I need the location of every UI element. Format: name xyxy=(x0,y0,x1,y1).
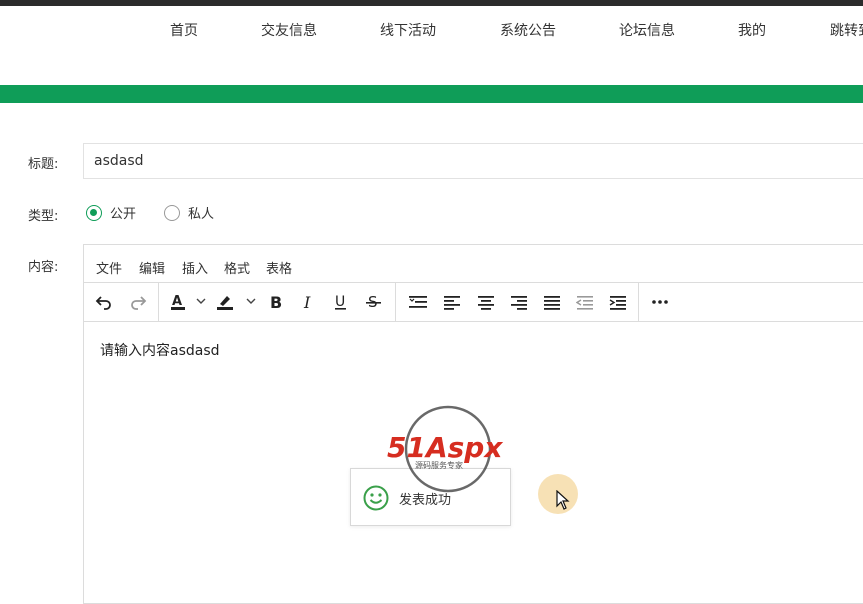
title-label: 标题: xyxy=(28,157,59,172)
radio-circle-checked[interactable] xyxy=(86,204,102,221)
italic-icon[interactable]: I xyxy=(296,289,320,315)
svg-text:U: U xyxy=(335,294,345,310)
align-center-icon[interactable] xyxy=(474,289,498,315)
radio-private[interactable]: 私人 xyxy=(164,203,214,222)
outdent-icon[interactable] xyxy=(573,289,597,315)
green-banner-bar xyxy=(0,85,863,103)
underline-icon[interactable]: U xyxy=(329,289,353,315)
nav-item-announcements[interactable]: 系统公告 xyxy=(500,20,556,40)
strikethrough-icon[interactable]: S xyxy=(362,289,386,315)
editor-menubar: 文件 编辑 插入 格式 表格 xyxy=(84,245,863,282)
redo-icon[interactable] xyxy=(126,289,150,315)
radio-public[interactable]: 公开 xyxy=(86,203,136,222)
svg-text:B: B xyxy=(270,293,282,311)
radio-circle[interactable] xyxy=(164,204,180,221)
menu-table[interactable]: 表格 xyxy=(266,258,292,277)
editor-content[interactable]: 请输入内容asdasd xyxy=(100,340,220,360)
watermark-brand: 51Aspx xyxy=(387,431,503,464)
menu-edit[interactable]: 编辑 xyxy=(139,258,165,277)
nav-item-mine[interactable]: 我的 xyxy=(738,20,766,40)
radio-private-label: 私人 xyxy=(188,207,215,222)
undo-icon[interactable] xyxy=(92,289,116,315)
menu-insert[interactable]: 插入 xyxy=(182,258,208,277)
toolbar-separator xyxy=(395,283,396,321)
nav-item-home[interactable]: 首页 xyxy=(170,20,198,40)
mouse-cursor-icon xyxy=(556,489,570,514)
nav-item-events[interactable]: 线下活动 xyxy=(380,20,436,40)
watermark-tagline: 源码服务专家 xyxy=(415,460,463,470)
toolbar-separator xyxy=(158,283,159,321)
nav-item-jump[interactable]: 跳转到 xyxy=(830,20,863,40)
more-icon[interactable] xyxy=(648,289,672,315)
svg-text:A: A xyxy=(172,294,182,309)
main-nav: 首页 交友信息 线下活动 系统公告 论坛信息 我的 跳转到 xyxy=(0,6,863,56)
radio-public-label: 公开 xyxy=(110,207,137,222)
line-height-icon[interactable] xyxy=(406,289,430,315)
svg-text:I: I xyxy=(303,293,311,311)
nav-item-forum[interactable]: 论坛信息 xyxy=(619,20,675,40)
menu-file[interactable]: 文件 xyxy=(96,258,122,277)
align-justify-icon[interactable] xyxy=(540,289,564,315)
watermark-logo: 51Aspx 源码服务专家 xyxy=(385,402,515,497)
font-color-icon[interactable]: A xyxy=(168,289,208,315)
toolbar-separator xyxy=(638,283,639,321)
bold-icon[interactable]: B xyxy=(264,289,288,315)
nav-item-friends[interactable]: 交友信息 xyxy=(261,20,317,40)
align-left-icon[interactable] xyxy=(440,289,464,315)
editor-toolbar: A B I U S xyxy=(84,282,863,322)
title-input[interactable] xyxy=(83,143,863,179)
indent-icon[interactable] xyxy=(606,289,630,315)
type-label: 类型: xyxy=(28,209,59,224)
align-right-icon[interactable] xyxy=(507,289,531,315)
content-label: 内容: xyxy=(28,260,59,275)
highlight-icon[interactable] xyxy=(214,289,258,315)
menu-format[interactable]: 格式 xyxy=(224,258,250,277)
